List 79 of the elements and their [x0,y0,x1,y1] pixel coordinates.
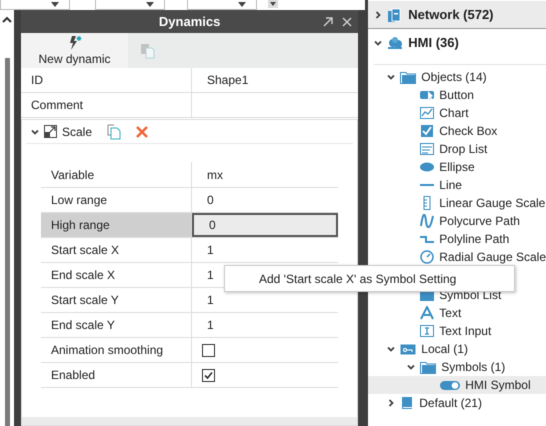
cursor-icon [420,88,434,102]
property-label: Low range [41,188,192,212]
tree-item[interactable]: Text Input [368,322,546,340]
device-stack-icon [387,8,404,22]
dropdown-button[interactable] [268,0,278,8]
tree-item[interactable]: Radial Gauge Scale [368,248,546,266]
caret-icon [270,2,276,6]
network-cluster-icon [387,36,404,50]
resize-icon [44,125,57,138]
delete-icon[interactable] [136,126,148,138]
pop-out-icon[interactable] [323,16,334,26]
property-value[interactable]: Shape1 [192,68,358,92]
property-label: Start scale Y [41,288,192,312]
tree-item[interactable]: Polycurve Path [368,212,546,230]
tree-item[interactable]: Linear Gauge Scale [368,194,546,212]
copy-icon[interactable] [107,124,124,140]
value-field[interactable]: mx [192,162,338,187]
property-label: High range [41,213,192,237]
tree-item[interactable]: Button [368,86,546,104]
checkbox[interactable] [202,344,215,356]
tree-item[interactable]: Ellipse [368,158,546,176]
wave-icon [420,214,434,228]
ellipse-icon [420,160,434,174]
tree-item[interactable]: Symbols (1) [368,358,546,376]
chevron-right-icon[interactable] [374,10,382,18]
checkbox[interactable] [202,368,215,382]
value-field[interactable]: 1 [192,238,338,262]
property-label: Comment [21,93,192,117]
text-input-icon [420,324,434,338]
section-title: Scale [62,124,92,140]
tree-item[interactable]: Chart [368,104,546,122]
folder-icon [400,70,416,84]
panel-title: Dynamics [158,12,220,31]
tree-item[interactable]: Polyline Path [368,230,546,248]
tree-item[interactable]: Text [368,304,546,322]
checkbox-icon [420,124,434,138]
book-icon [400,396,414,410]
tree-item[interactable]: HMI Symbol [368,376,546,394]
chevron-down-icon[interactable] [387,345,396,353]
tree-item[interactable]: Check Box [368,122,546,140]
toggle-icon [440,378,460,392]
paste-icon [140,42,156,58]
line-chart-icon [420,106,434,120]
letter-icon [420,306,434,320]
key-folder-icon [400,342,416,356]
tree-item[interactable]: HMI (36) [368,29,546,57]
value-field[interactable]: 0 [192,213,338,237]
scroll-up-icon[interactable] [2,16,12,23]
folder-icon [420,360,436,374]
value-field[interactable]: 1 [192,288,338,312]
caret-icon [146,2,154,7]
value-field[interactable]: 0 [192,188,338,212]
close-icon[interactable] [342,16,352,26]
property-label: End scale Y [41,313,192,337]
property-label: Enabled [41,363,192,387]
property-label: Variable [41,162,192,187]
menu-item[interactable]: Add 'Start scale X' as Symbol Setting [225,270,456,288]
new-dynamic-button[interactable]: New dynamic [21,33,128,68]
chevron-right-icon[interactable] [387,399,396,407]
property-label: Animation smoothing [41,338,192,362]
chevron-down-icon[interactable] [374,39,382,47]
tree-item[interactable]: Objects (14) [368,68,546,86]
caret-icon [238,2,246,7]
tree-item[interactable]: Drop List [368,140,546,158]
list-icon [420,142,434,156]
value-field[interactable]: 1 [192,313,338,337]
caret-icon [51,2,59,7]
property-label: Start scale X [41,238,192,262]
tree-item[interactable]: Line [368,176,546,194]
chevron-down-icon[interactable] [31,128,39,136]
scrollbar-thumb[interactable] [4,58,10,426]
tree-item[interactable]: Default (21) [368,394,546,412]
property-label: ID [21,68,192,92]
property-label: End scale X [41,263,192,287]
tree-item[interactable]: Local (1) [368,340,546,358]
gauge-icon [420,250,434,264]
chevron-down-icon[interactable] [407,363,416,371]
tree-item[interactable]: Network (572) [368,1,546,29]
chevron-down-icon[interactable] [387,73,396,81]
